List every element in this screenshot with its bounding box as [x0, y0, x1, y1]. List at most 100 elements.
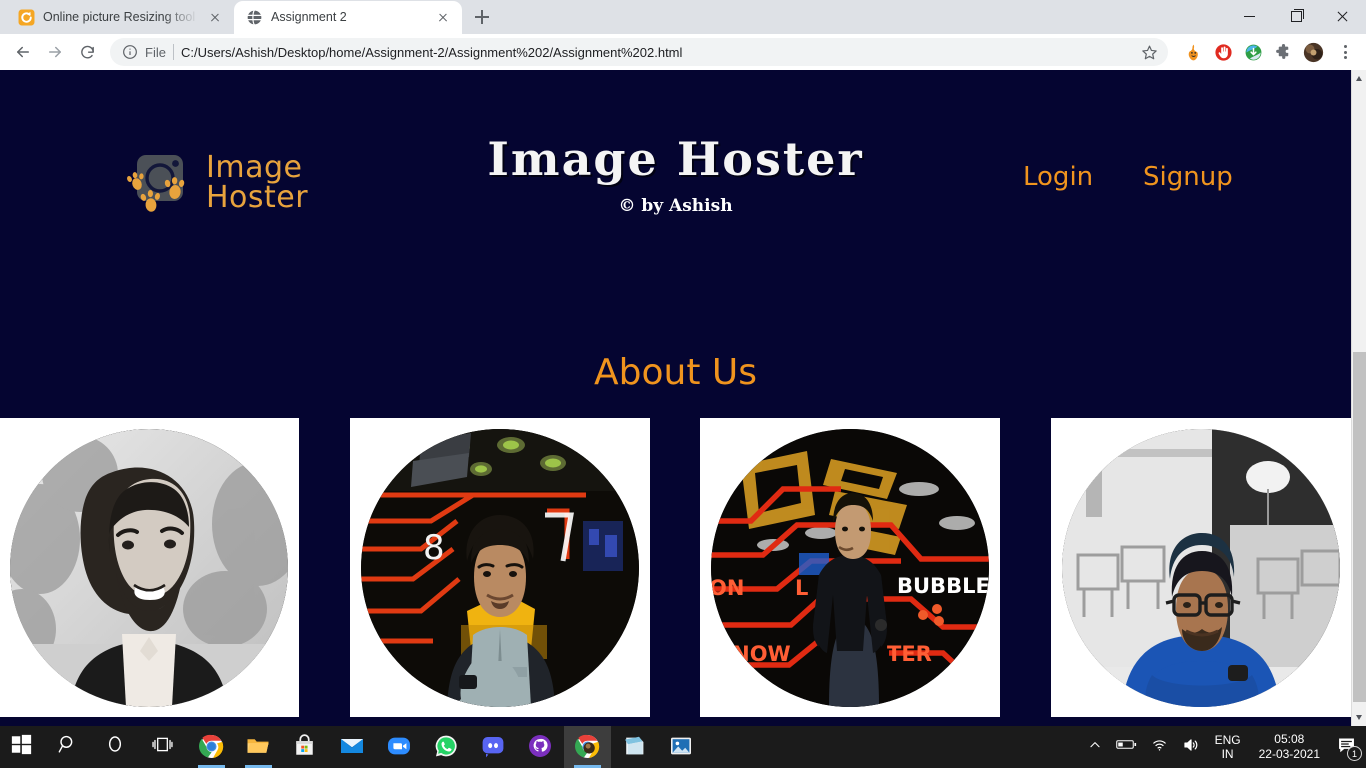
about-us-heading: About Us: [594, 352, 757, 393]
about-cards: 8 ON L SNOW TER BUBBLE: [0, 418, 1351, 717]
url-scheme-label: File: [145, 44, 166, 60]
back-arrow-icon[interactable]: [8, 37, 38, 67]
task-view-icon: [151, 734, 178, 760]
action-center-button[interactable]: 1: [1330, 726, 1362, 768]
page-scrollbar[interactable]: [1351, 70, 1366, 726]
discord-icon: [481, 734, 507, 760]
scrollbar-thumb[interactable]: [1353, 352, 1366, 702]
menu-dot: [1343, 50, 1347, 54]
svg-text:SNOW: SNOW: [717, 642, 791, 666]
volume-icon: [1182, 736, 1200, 759]
new-tab-button[interactable]: [468, 3, 496, 31]
globe-icon: [246, 9, 263, 26]
internet-download-manager-icon[interactable]: [1240, 39, 1266, 65]
bookmark-star-icon[interactable]: [1136, 39, 1162, 65]
info-icon[interactable]: [122, 44, 138, 60]
photos-button[interactable]: [658, 726, 705, 768]
zoom-button[interactable]: [376, 726, 423, 768]
svg-text:TER: TER: [887, 642, 932, 666]
start-button[interactable]: [0, 726, 47, 768]
hola-vpn-icon[interactable]: [1180, 39, 1206, 65]
search-icon: [58, 734, 84, 760]
browser-tab-1[interactable]: Online picture Resizing tool → Co: [6, 1, 234, 34]
address-bar[interactable]: File C:/Users/Ashish/Desktop/home/Assign…: [110, 38, 1168, 66]
profile-card[interactable]: [0, 418, 299, 717]
tab-strip: Online picture Resizing tool → Co Assign…: [0, 0, 1366, 34]
signup-link[interactable]: Signup: [1143, 162, 1233, 192]
windows-taskbar: ENG IN 05:08 22-03-2021 1: [0, 726, 1366, 768]
restore-button[interactable]: [1274, 0, 1320, 32]
page-viewport: Image Hoster Image Hoster © by Ashish Lo…: [0, 70, 1366, 726]
github-button[interactable]: [517, 726, 564, 768]
system-tray: ENG IN 05:08 22-03-2021 1: [1081, 726, 1366, 768]
reload-arrow-icon[interactable]: [72, 37, 102, 67]
task-view-button[interactable]: [141, 726, 188, 768]
sticky-notes-button[interactable]: [611, 726, 658, 768]
adblock-icon[interactable]: [1210, 39, 1236, 65]
whatsapp-icon: [434, 734, 460, 760]
mail-icon: [340, 734, 366, 760]
battery-icon: [1115, 738, 1137, 756]
profile-photo-1: [10, 428, 288, 707]
extension-icons: [1176, 39, 1326, 65]
chrome-active-icon: [574, 734, 601, 760]
scroll-down-icon[interactable]: [1352, 709, 1366, 726]
menu-dot: [1343, 45, 1347, 49]
image-hoster-page: Image Hoster Image Hoster © by Ashish Lo…: [0, 70, 1351, 726]
zoom-icon: [387, 734, 413, 760]
photos-icon: [669, 734, 695, 760]
cortana-button[interactable]: [94, 726, 141, 768]
chrome-active-button[interactable]: [564, 726, 611, 768]
cortana-icon: [105, 734, 131, 760]
chrome-icon: [198, 734, 225, 760]
svg-text:8: 8: [423, 528, 445, 568]
svg-text:L: L: [795, 576, 808, 600]
language-line-2: IN: [1221, 747, 1234, 761]
page-byline: © by Ashish: [618, 196, 733, 216]
notification-count-badge: 1: [1347, 746, 1362, 761]
sticky-notes-icon: [622, 734, 648, 760]
microsoft-store-icon: [293, 734, 319, 760]
browser-tab-2-title: Assignment 2: [271, 10, 347, 24]
profile-avatar-icon[interactable]: [1300, 39, 1326, 65]
profile-photo-2: 8: [360, 428, 639, 707]
file-explorer-button[interactable]: [235, 726, 282, 768]
browser-window: Online picture Resizing tool → Co Assign…: [0, 0, 1366, 726]
login-link[interactable]: Login: [1023, 162, 1093, 192]
svg-text:BUBBLE: BUBBLE: [897, 574, 989, 598]
show-hidden-icons-button[interactable]: [1081, 726, 1109, 768]
resize-tool-icon: [18, 9, 35, 26]
profile-photo-3: ON L SNOW TER BUBBLE: [711, 428, 990, 707]
profile-card[interactable]: [1050, 418, 1351, 717]
discord-button[interactable]: [470, 726, 517, 768]
search-button[interactable]: [47, 726, 94, 768]
whatsapp-button[interactable]: [423, 726, 470, 768]
browser-toolbar: File C:/Users/Ashish/Desktop/home/Assign…: [0, 34, 1366, 70]
clock[interactable]: 05:08 22-03-2021: [1249, 732, 1330, 762]
browser-tab-2[interactable]: Assignment 2: [234, 1, 462, 34]
menu-dot: [1343, 55, 1347, 59]
wifi-icon: [1151, 736, 1168, 758]
language-indicator[interactable]: ENG IN: [1207, 733, 1249, 761]
svg-text:ON: ON: [711, 576, 744, 600]
microsoft-store-button[interactable]: [282, 726, 329, 768]
chrome-taskbar-button[interactable]: [188, 726, 235, 768]
close-icon[interactable]: [206, 9, 224, 27]
forward-arrow-icon[interactable]: [40, 37, 70, 67]
chrome-menu-icon[interactable]: [1332, 39, 1358, 65]
scroll-up-icon[interactable]: [1352, 70, 1366, 87]
extensions-puzzle-icon[interactable]: [1270, 39, 1296, 65]
profile-card[interactable]: 8: [349, 418, 650, 717]
window-controls: [1228, 0, 1366, 32]
profile-card[interactable]: ON L SNOW TER BUBBLE: [700, 418, 1001, 717]
browser-tab-1-title: Online picture Resizing tool → Co: [43, 10, 198, 24]
mail-button[interactable]: [329, 726, 376, 768]
close-icon[interactable]: [434, 9, 452, 27]
wifi-button[interactable]: [1144, 726, 1175, 768]
clock-date: 22-03-2021: [1258, 747, 1320, 761]
close-window-button[interactable]: [1320, 0, 1366, 32]
battery-button[interactable]: [1109, 726, 1144, 768]
minimize-button[interactable]: [1228, 0, 1274, 32]
volume-button[interactable]: [1175, 726, 1207, 768]
file-explorer-icon: [246, 734, 272, 760]
